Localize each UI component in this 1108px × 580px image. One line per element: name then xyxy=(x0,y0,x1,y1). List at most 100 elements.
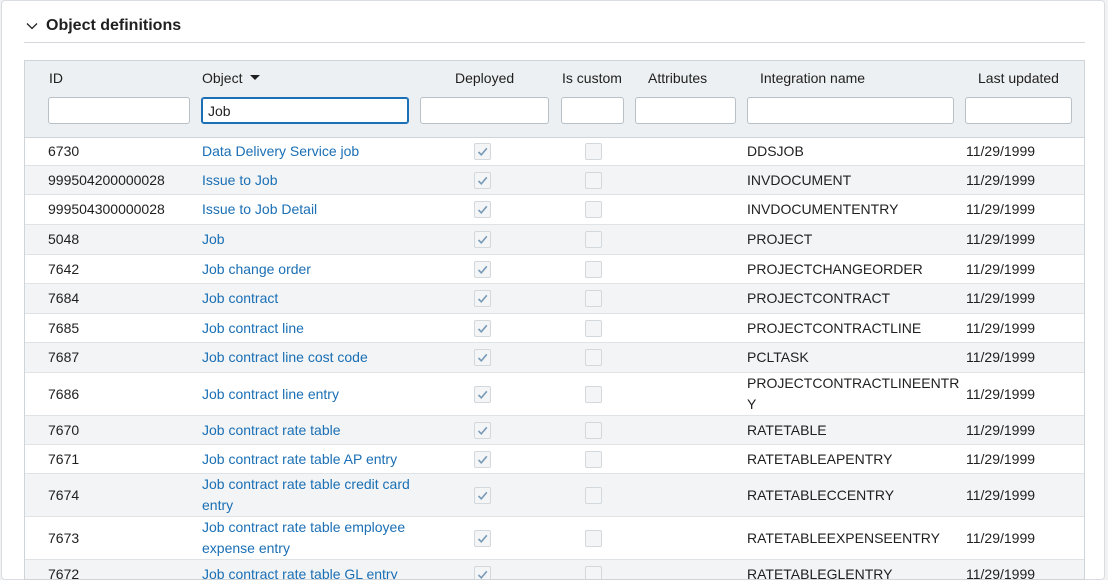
cell-object-link[interactable]: Issue to Job Detail xyxy=(202,195,432,224)
table-row[interactable]: 7673Job contract rate table employee exp… xyxy=(25,517,1084,560)
cell-object-link-text[interactable]: Job contract rate table GL entry xyxy=(202,564,398,580)
cell-last-updated: 11/29/1999 xyxy=(966,166,1076,194)
section-header[interactable]: Object definitions xyxy=(24,9,1085,43)
column-header-object[interactable]: Object xyxy=(202,70,260,86)
table-row[interactable]: 5048JobPROJECT11/29/1999 xyxy=(25,225,1084,255)
cell-integration-name: INVDOCUMENT xyxy=(747,166,965,194)
column-header-id[interactable]: ID xyxy=(49,70,63,86)
cell-object-link[interactable]: Job contract rate table AP entry xyxy=(202,445,432,473)
checkmark-icon xyxy=(476,351,489,364)
checkmark-icon xyxy=(476,233,489,246)
table-row[interactable]: 7687Job contract line cost codePCLTASK11… xyxy=(25,343,1084,373)
cell-object-link-text[interactable]: Job contract rate table employee expense… xyxy=(202,517,432,559)
filter-object-input[interactable] xyxy=(201,97,409,124)
cell-object-link[interactable]: Job contract rate table employee expense… xyxy=(202,517,432,559)
table-row[interactable]: 999504200000028Issue to JobINVDOCUMENT11… xyxy=(25,166,1084,195)
table-row[interactable]: 7684Job contractPROJECTCONTRACT11/29/199… xyxy=(25,284,1084,314)
cell-object-link[interactable]: Job contract xyxy=(202,284,432,313)
cell-object-link-text[interactable]: Job contract line xyxy=(202,318,304,339)
cell-integration-name-text: RATETABLEGLENTRY xyxy=(747,564,892,580)
column-header-is-custom[interactable]: Is custom xyxy=(562,70,622,86)
table-row[interactable]: 7686Job contract line entryPROJECTCONTRA… xyxy=(25,373,1084,416)
cell-id: 7672 xyxy=(48,560,188,580)
deployed-checkbox xyxy=(474,172,491,189)
cell-deployed xyxy=(474,560,494,580)
cell-object-link[interactable]: Job contract line cost code xyxy=(202,343,432,372)
deployed-checkbox xyxy=(474,487,491,504)
cell-last-updated-text: 11/29/1999 xyxy=(966,229,1035,250)
cell-deployed xyxy=(474,255,494,283)
checkmark-icon xyxy=(476,174,489,187)
cell-last-updated: 11/29/1999 xyxy=(966,137,1076,165)
cell-last-updated: 11/29/1999 xyxy=(966,416,1076,444)
cell-last-updated-text: 11/29/1999 xyxy=(966,141,1035,162)
table-row[interactable]: 7674Job contract rate table credit card … xyxy=(25,474,1084,517)
cell-id: 7684 xyxy=(48,284,188,313)
cell-id: 6730 xyxy=(48,137,188,165)
filter-deployed-input[interactable] xyxy=(420,97,549,124)
filter-last-updated-input[interactable] xyxy=(965,97,1072,124)
cell-object-link[interactable]: Job contract rate table GL entry xyxy=(202,560,432,580)
cell-integration-name-text: INVDOCUMENTENTRY xyxy=(747,199,898,220)
cell-object-link[interactable]: Job contract rate table credit card entr… xyxy=(202,474,432,516)
filter-integration-name-input[interactable] xyxy=(747,97,954,124)
cell-object-link-text[interactable]: Data Delivery Service job xyxy=(202,141,359,162)
checkmark-icon xyxy=(476,322,489,335)
cell-last-updated: 11/29/1999 xyxy=(966,517,1076,559)
cell-integration-name-text: PROJECTCONTRACTLINEENTRY xyxy=(747,373,965,415)
cell-object-link-text[interactable]: Job contract line cost code xyxy=(202,347,368,368)
filter-is-custom-input[interactable] xyxy=(561,97,624,124)
cell-last-updated-text: 11/29/1999 xyxy=(966,564,1035,580)
column-header-last-updated-label: Last updated xyxy=(978,70,1059,86)
table-row[interactable]: 7670Job contract rate tableRATETABLE11/2… xyxy=(25,416,1084,445)
cell-object-link-text[interactable]: Job change order xyxy=(202,259,311,280)
table-row[interactable]: 7671Job contract rate table AP entryRATE… xyxy=(25,445,1084,474)
cell-object-link[interactable]: Job contract rate table xyxy=(202,416,432,444)
cell-object-link[interactable]: Job contract line xyxy=(202,314,432,342)
cell-object-link[interactable]: Job xyxy=(202,225,432,254)
is-custom-checkbox xyxy=(585,451,602,468)
cell-object-link-text[interactable]: Job contract line entry xyxy=(202,384,339,405)
column-header-attributes-label: Attributes xyxy=(648,70,707,86)
cell-integration-name: RATETABLEAPENTRY xyxy=(747,445,965,473)
cell-object-link-text[interactable]: Job contract rate table xyxy=(202,420,341,441)
cell-last-updated-text: 11/29/1999 xyxy=(966,420,1035,441)
cell-is-custom xyxy=(585,560,605,580)
table-row[interactable]: 999504300000028Issue to Job DetailINVDOC… xyxy=(25,195,1084,225)
is-custom-checkbox xyxy=(585,386,602,403)
cell-object-link[interactable]: Job change order xyxy=(202,255,432,283)
cell-object-link-text[interactable]: Job contract rate table credit card entr… xyxy=(202,474,432,516)
table-row[interactable]: 7672 Job contract rate table GL entry RATE… xyxy=(25,560,1084,580)
cell-object-link-text[interactable]: Job contract xyxy=(202,288,278,309)
cell-object-link-text[interactable]: Job contract rate table AP entry xyxy=(202,449,397,470)
is-custom-checkbox xyxy=(585,290,602,307)
table-header: ID Object Deployed Is custom Attributes … xyxy=(25,61,1084,138)
sort-descending-icon[interactable] xyxy=(250,75,260,80)
cell-object-link[interactable]: Job contract line entry xyxy=(202,373,432,415)
cell-last-updated-text: 11/29/1999 xyxy=(966,384,1035,405)
cell-is-custom xyxy=(585,445,605,473)
column-header-deployed[interactable]: Deployed xyxy=(455,70,514,86)
cell-last-updated: 11/29/1999 xyxy=(966,255,1076,283)
cell-object-link-text[interactable]: Job xyxy=(202,229,225,250)
cell-is-custom xyxy=(585,137,605,165)
cell-object-link[interactable]: Issue to Job xyxy=(202,166,432,194)
cell-integration-name-text: INVDOCUMENT xyxy=(747,170,851,191)
cell-object-link[interactable]: Data Delivery Service job xyxy=(202,137,432,165)
column-header-attributes[interactable]: Attributes xyxy=(648,70,707,86)
filter-attributes-input[interactable] xyxy=(635,97,736,124)
filter-id-input[interactable] xyxy=(48,97,190,124)
cell-deployed xyxy=(474,517,494,559)
chevron-down-icon[interactable] xyxy=(24,18,40,34)
column-header-integration-name[interactable]: Integration name xyxy=(760,70,865,86)
cell-object-link-text[interactable]: Issue to Job Detail xyxy=(202,199,317,220)
cell-object-link-text[interactable]: Issue to Job xyxy=(202,170,278,191)
table-row[interactable]: 7685Job contract linePROJECTCONTRACTLINE… xyxy=(25,314,1084,343)
table-row[interactable]: 6730Data Delivery Service jobDDSJOB11/29… xyxy=(25,137,1084,166)
cell-is-custom xyxy=(585,416,605,444)
column-header-last-updated[interactable]: Last updated xyxy=(978,70,1059,86)
table-row[interactable]: 7642Job change orderPROJECTCHANGEORDER11… xyxy=(25,255,1084,284)
checkmark-icon xyxy=(476,453,489,466)
deployed-checkbox xyxy=(474,231,491,248)
cell-integration-name: PROJECTCONTRACT xyxy=(747,284,965,313)
